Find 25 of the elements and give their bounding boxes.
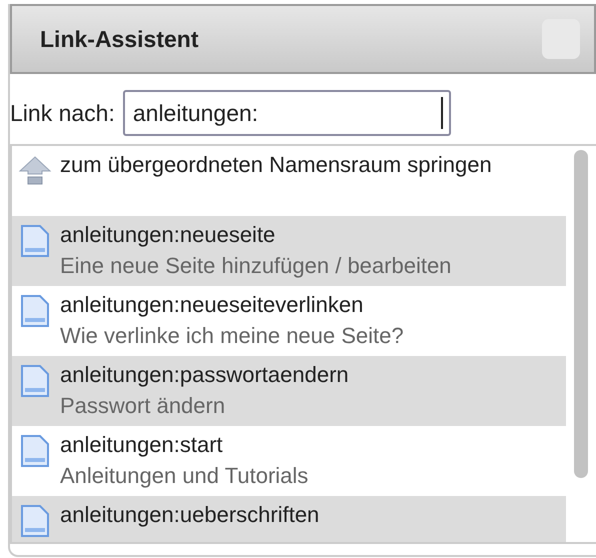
page-icon <box>18 504 52 538</box>
page-icon <box>18 294 52 328</box>
page-name: anleitungen:neueseiteverlinken <box>60 291 364 319</box>
page-name: anleitungen:ueberschriften <box>60 501 320 529</box>
page-description: Eine neue Seite hinzufügen / bearbeiten <box>60 252 452 280</box>
page-icon <box>18 224 52 258</box>
result-item[interactable]: anleitungen:neueseiteverlinken Wie verlinke ich meine neue Seite? <box>12 286 566 356</box>
close-button[interactable] <box>542 19 580 59</box>
page-name: anleitungen:passwortaendern <box>60 361 349 389</box>
result-item[interactable]: anleitungen:ueberschriften <box>12 496 566 542</box>
result-item[interactable]: anleitungen:neueseite Eine neue Seite hinzufügen / bearbeiten <box>12 216 566 286</box>
window-title: Link-Assistent <box>40 26 198 52</box>
result-item[interactable]: zum übergeordneten Namensraum springen <box>12 146 566 216</box>
page-name: anleitungen:neueseite <box>60 221 276 249</box>
page-icon <box>18 434 52 468</box>
page-description: Anleitungen und Tutorials <box>60 462 308 490</box>
link-input-field[interactable]: anleitungen: <box>122 90 451 136</box>
result-item[interactable]: anleitungen:start Anleitungen und Tutorials <box>12 426 566 496</box>
page-name: zum übergeordneten Namensraum springen <box>60 151 492 179</box>
result-item[interactable]: anleitungen:passwortaendern Passwort ändern <box>12 356 566 426</box>
field-label: Link nach: <box>10 100 115 126</box>
page-icon <box>18 364 52 398</box>
page-description: Passwort ändern <box>60 392 226 420</box>
page-name: anleitungen:start <box>60 431 224 459</box>
page-description: Wie verlinke ich meine neue Seite? <box>60 322 404 350</box>
